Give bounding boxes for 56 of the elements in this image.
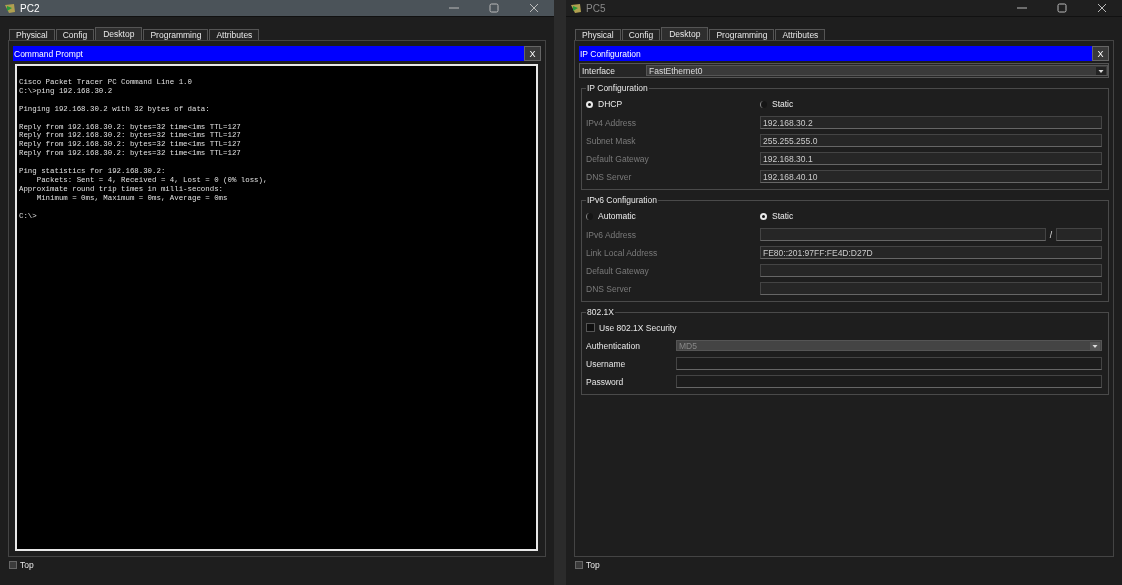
checkbox[interactable]	[575, 561, 583, 569]
tab[interactable]: Programming	[143, 29, 209, 40]
text-field[interactable]	[676, 357, 1102, 370]
radio-button[interactable]: Automatic	[586, 211, 760, 221]
dropdown[interactable]: FastEthernet0	[646, 65, 1108, 76]
tab[interactable]: Attributes	[209, 29, 260, 40]
close-button[interactable]: X	[524, 46, 541, 61]
dropdown-arrow-icon[interactable]	[1096, 66, 1106, 75]
title-bar: PC5	[566, 0, 1122, 17]
title-bar: PC2	[0, 0, 554, 17]
group-box: IP Configuration DHCP Static IPv4 Address 192.168.30.2 Subnet Mask 255.255.255.0 Default Gateway 192.168.30.1 DNS Server 192.168.40.10	[581, 83, 1109, 190]
text-field[interactable]	[676, 375, 1102, 388]
checkbox-label: Top	[586, 560, 600, 570]
text-field[interactable]	[760, 264, 1102, 277]
group-box: 802.1X Use 802.1X Security Authentication MD5 Username Password	[581, 307, 1109, 395]
separator: /	[1049, 229, 1052, 240]
text-field[interactable]	[760, 228, 1046, 241]
radio-button[interactable]: Static	[760, 99, 1102, 109]
checkbox[interactable]: Use 802.1X Security	[586, 321, 1102, 334]
checkbox[interactable]	[9, 561, 17, 569]
field-label: Interface	[581, 65, 617, 76]
dropdown-arrow-icon[interactable]	[1090, 341, 1100, 350]
app-icon	[4, 2, 16, 14]
field-label: Default Gateway	[586, 265, 650, 276]
field-label: DNS Server	[586, 283, 633, 294]
text-field[interactable]	[760, 282, 1102, 295]
tab[interactable]: Config	[55, 29, 95, 40]
field-label: DNS Server	[586, 171, 633, 182]
tab[interactable]: Physical	[9, 29, 55, 40]
app-icon	[570, 2, 582, 14]
field-label: Subnet Mask	[586, 135, 637, 146]
field-label: IPv6 Address	[586, 229, 638, 240]
close-button[interactable]: X	[1092, 46, 1109, 61]
tab[interactable]: Config	[621, 29, 661, 40]
close-icon[interactable]	[529, 3, 539, 13]
group-box: IPv6 Configuration Automatic Static IPv6 Address / Link Local Address FE80::201:97FF:FE4D:D27D Default Gateway DNS Server	[581, 195, 1109, 302]
tab[interactable]: Physical	[575, 29, 621, 40]
tab[interactable]: Desktop	[95, 27, 143, 40]
prefix-field[interactable]	[1056, 228, 1102, 241]
checkbox-label: Top	[20, 560, 34, 570]
field-label: Username	[586, 358, 627, 369]
maximize-icon[interactable]	[1057, 3, 1067, 13]
tab[interactable]: Programming	[709, 29, 775, 40]
tab[interactable]: Desktop	[661, 27, 709, 40]
tab[interactable]: Attributes	[775, 29, 826, 40]
radio-button[interactable]: Static	[760, 211, 1102, 221]
field-label: Authentication	[586, 340, 641, 351]
field-label: Link Local Address	[586, 247, 659, 258]
radio-button[interactable]: DHCP	[586, 99, 760, 109]
app-title-bar: IP Configuration	[579, 46, 1092, 61]
field-label: IPv4 Address	[586, 117, 638, 128]
close-icon[interactable]	[1097, 3, 1107, 13]
maximize-icon[interactable]	[489, 3, 499, 13]
app-title-bar: Command Prompt	[13, 46, 524, 61]
field-label: Default Gateway	[586, 153, 650, 164]
field-label: Password	[586, 376, 625, 387]
